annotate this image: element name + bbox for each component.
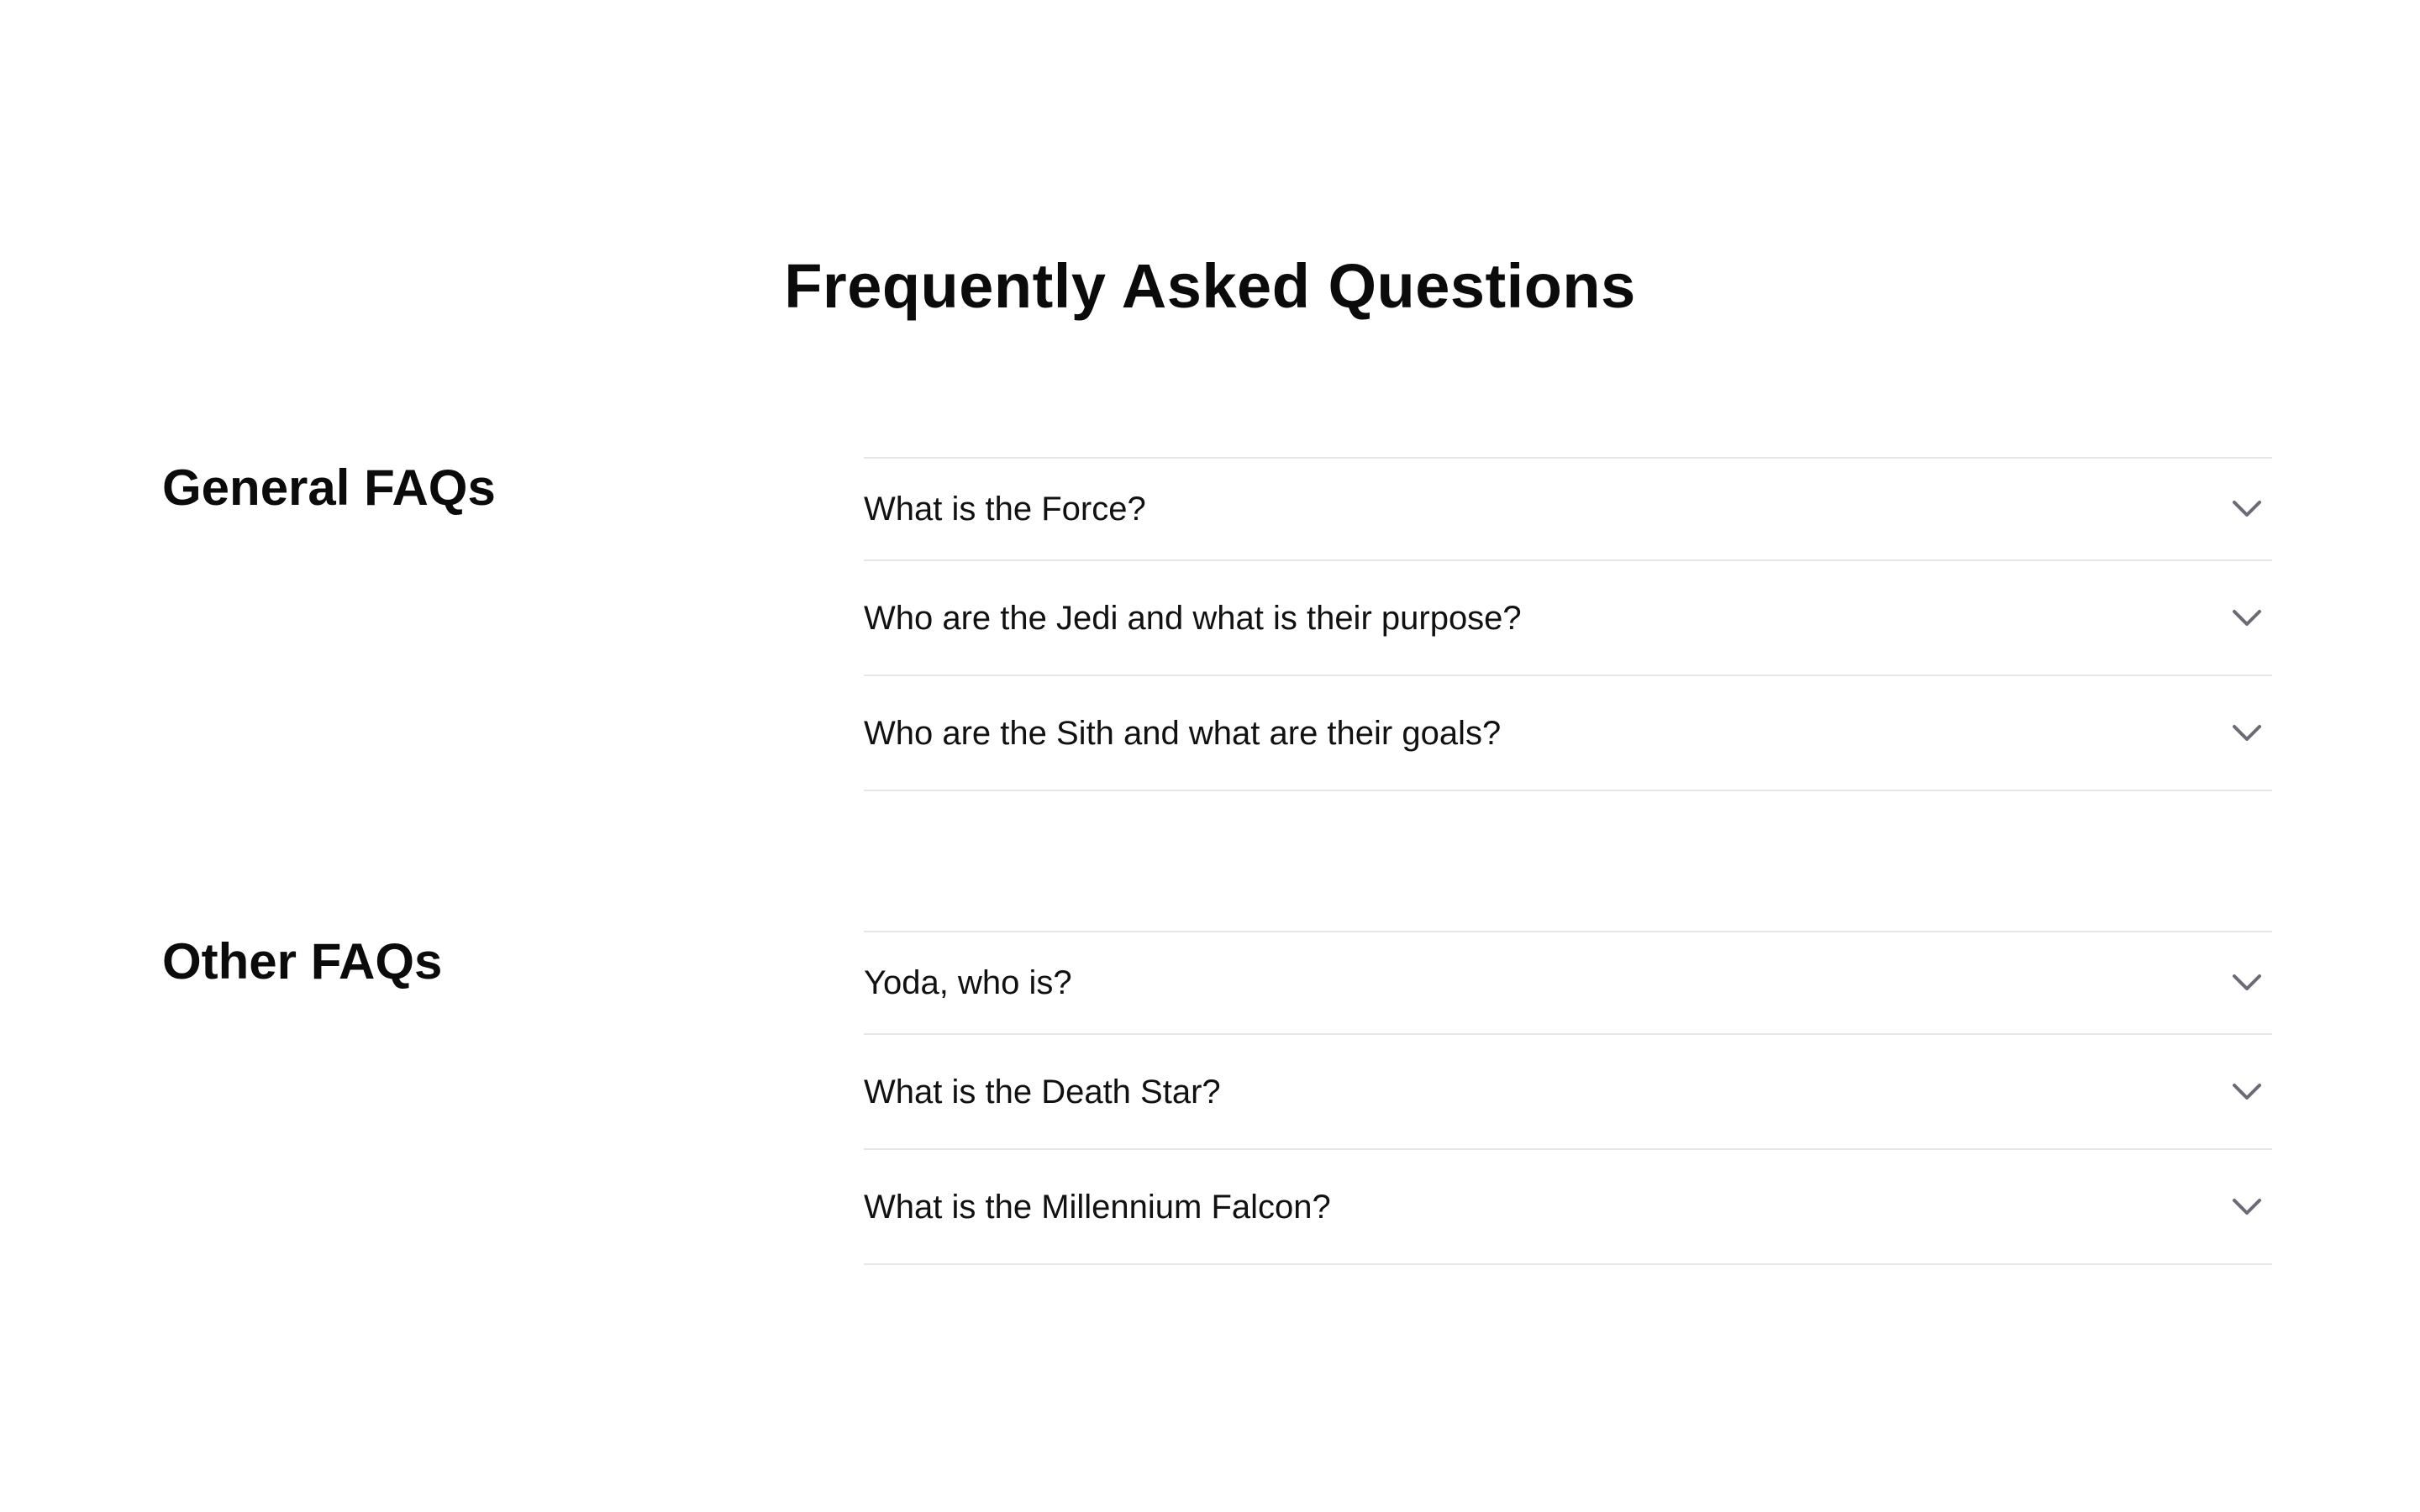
chevron-down-icon[interactable]: [2228, 1189, 2265, 1226]
faq-item[interactable]: Yoda, who is?: [864, 932, 2272, 1035]
faq-item[interactable]: What is the Death Star?: [864, 1035, 2272, 1150]
chevron-down-icon[interactable]: [2228, 964, 2265, 1001]
chevron-down-icon[interactable]: [2228, 1074, 2265, 1110]
section-heading-other: Other FAQs: [162, 933, 443, 990]
chevron-down-icon[interactable]: [2228, 600, 2265, 637]
chevron-down-icon[interactable]: [2228, 491, 2265, 528]
faq-item[interactable]: Who are the Jedi and what is their purpo…: [864, 561, 2272, 676]
faq-question: Yoda, who is?: [864, 964, 1072, 1001]
faq-question: What is the Millennium Falcon?: [864, 1188, 1331, 1226]
faq-question: What is the Death Star?: [864, 1073, 1221, 1110]
faq-question: Who are the Sith and what are their goal…: [864, 714, 1502, 752]
faq-item[interactable]: What is the Force?: [864, 459, 2272, 561]
page-title: Frequently Asked Questions: [784, 251, 1636, 321]
faq-item[interactable]: What is the Millennium Falcon?: [864, 1150, 2272, 1265]
faq-item[interactable]: Who are the Sith and what are their goal…: [864, 676, 2272, 791]
faq-list-general: What is the Force? Who are the Jedi and …: [864, 457, 2272, 791]
faq-list-other: Yoda, who is? What is the Death Star? Wh…: [864, 931, 2272, 1265]
faq-question: Who are the Jedi and what is their purpo…: [864, 599, 1522, 637]
chevron-down-icon[interactable]: [2228, 715, 2265, 752]
faq-question: What is the Force?: [864, 491, 1146, 528]
section-heading-general: General FAQs: [162, 459, 496, 516]
